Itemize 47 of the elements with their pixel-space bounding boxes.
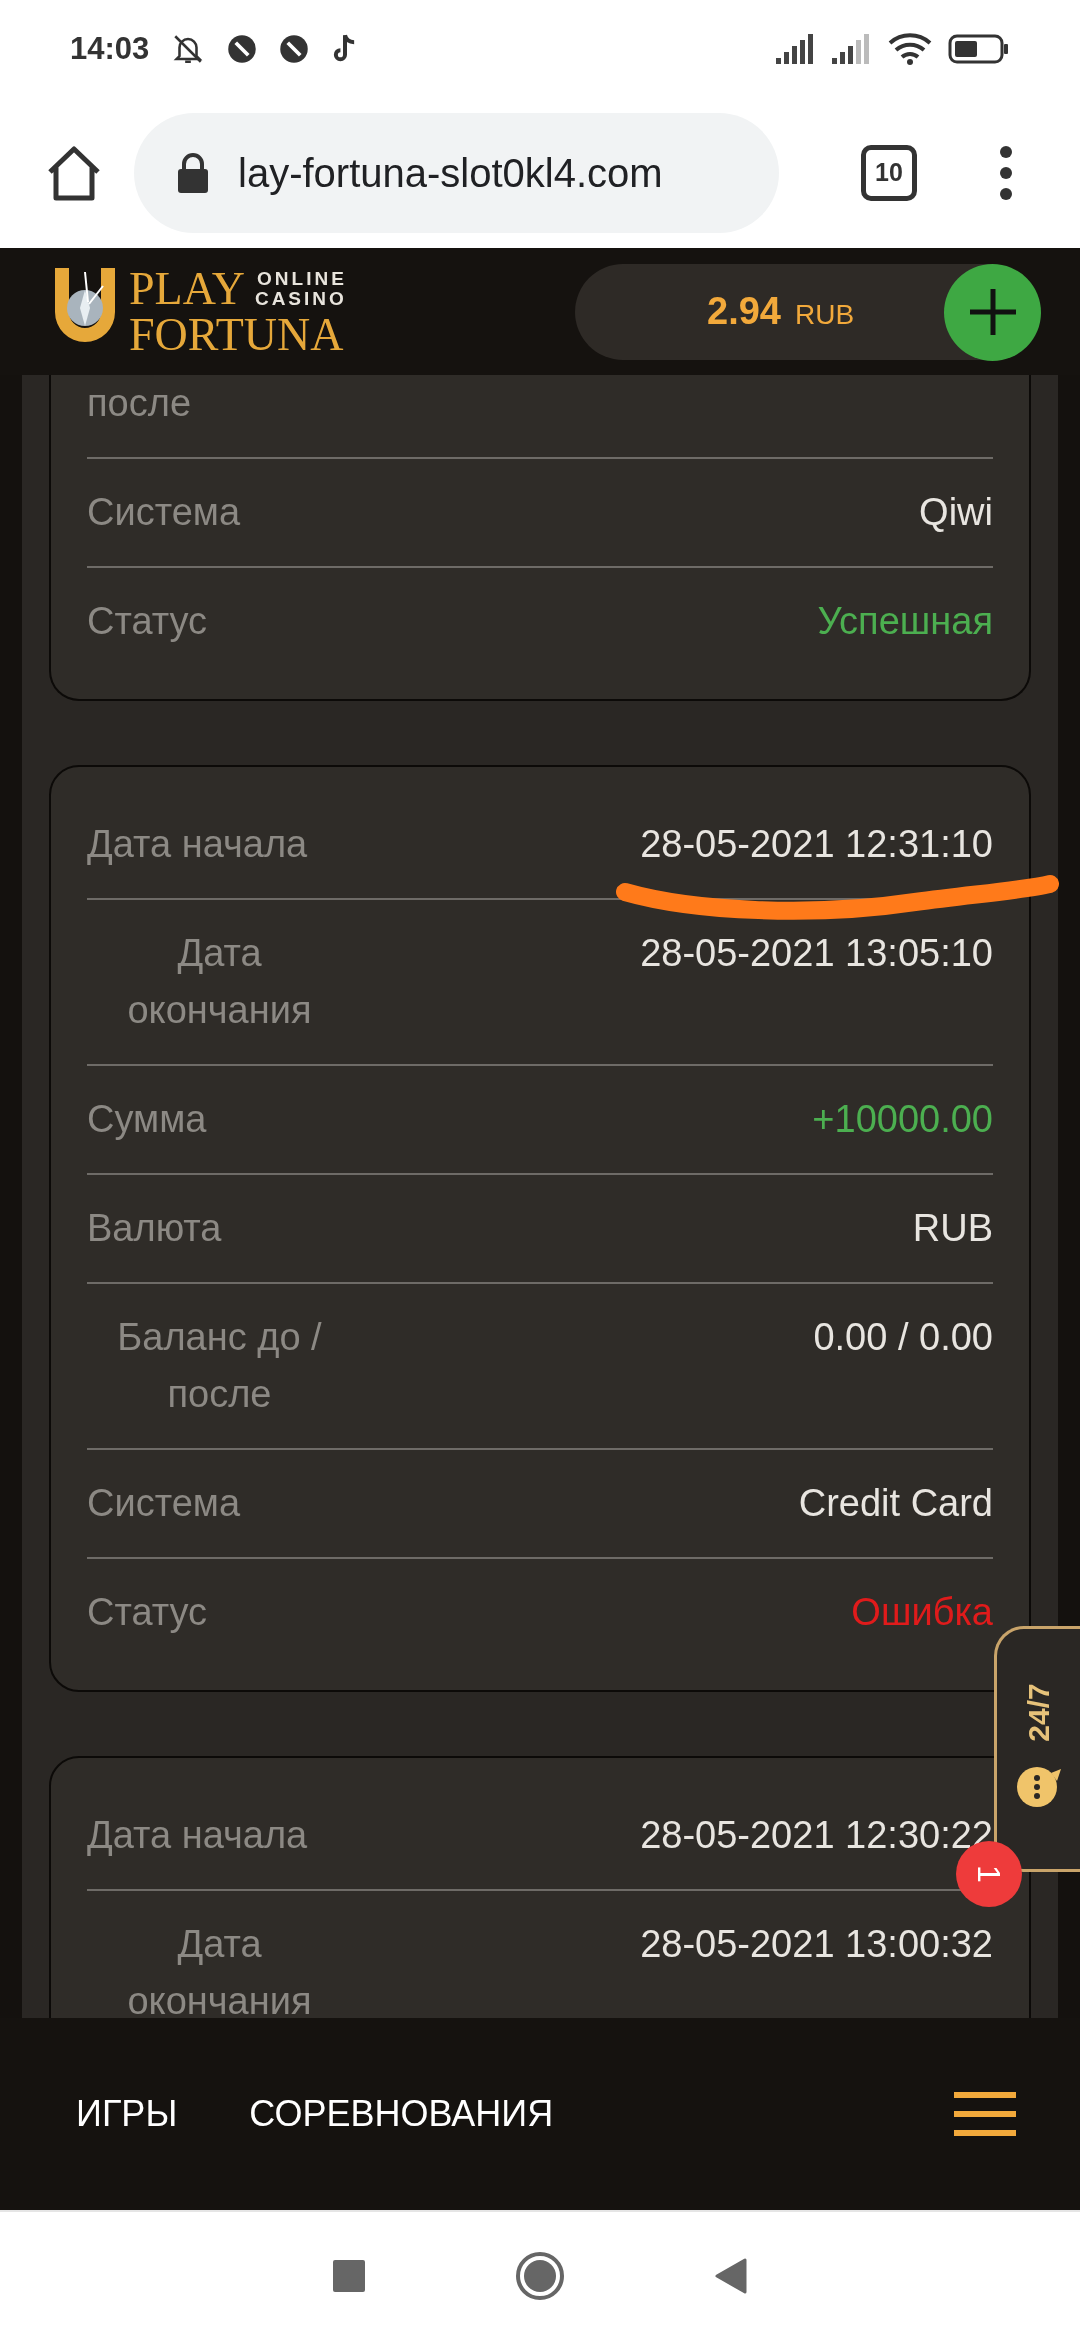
menu-icon[interactable] — [999, 145, 1013, 201]
lock-icon — [176, 152, 210, 194]
signal-icon — [776, 34, 816, 64]
logo-tagline: ONLINE — [257, 268, 347, 289]
field-label: Дата начала — [87, 822, 308, 867]
home-button[interactable] — [515, 2251, 565, 2301]
field-value: 28-05-2021 12:31:10 — [640, 822, 993, 867]
signal-icon — [832, 34, 872, 64]
back-button[interactable] — [715, 2258, 747, 2294]
status-time: 14:03 — [70, 29, 150, 68]
logo-tagline: CASINO — [254, 288, 347, 309]
field-value: +10000.00 — [812, 1097, 993, 1142]
do-not-disturb-icon — [279, 34, 310, 64]
field-label: Валюта — [87, 1206, 222, 1251]
nav-link[interactable]: ИГРЫ — [76, 2087, 178, 2141]
field-label: Дата начала — [87, 1813, 308, 1858]
field-value: Успешная — [817, 599, 993, 644]
tab-count-button[interactable]: 10 — [861, 145, 917, 201]
field-value: 28-05-2021 13:05:10 — [640, 931, 993, 976]
field-label: Система — [87, 490, 241, 535]
field-label: Дата окончания — [126, 931, 313, 1033]
field-value: Credit Card — [798, 1481, 993, 1526]
plus-icon — [967, 287, 1018, 337]
field-value: Qiwi — [919, 490, 993, 535]
balance-amount: 2.94 — [707, 289, 781, 334]
nav-link[interactable]: СОРЕВНОВАНИЯ — [249, 2087, 554, 2141]
url-text: lay-fortuna-slot0kl4.com — [238, 150, 663, 197]
logo-word: FORTUNA — [129, 311, 345, 358]
logo-word: PLAY — [129, 265, 245, 312]
field-value: 28-05-2021 13:00:32 — [640, 1922, 993, 1967]
field-label: Сумма — [87, 1097, 207, 1142]
field-label: Система — [87, 1481, 241, 1526]
field-value: Ошибка — [851, 1590, 993, 1635]
balance-currency: RUB — [794, 298, 855, 332]
address-bar[interactable]: lay-fortuna-slot0kl4.com — [134, 113, 779, 233]
field-label: Статус — [87, 599, 208, 644]
field-value: RUB — [912, 1206, 993, 1251]
wifi-icon — [888, 32, 932, 66]
field-value: 0.00 / 0.00 — [813, 1315, 993, 1360]
menu-icon[interactable] — [954, 2092, 1016, 2136]
battery-icon — [948, 34, 1010, 64]
field-label: Баланс до / после — [116, 1315, 323, 1417]
field-label: после — [87, 381, 192, 426]
do-not-disturb-icon — [227, 34, 258, 64]
chat-bubble-icon — [1014, 1764, 1063, 1809]
field-label: Дата окончания — [126, 1922, 313, 2018]
field-label: Статус — [87, 1590, 208, 1635]
